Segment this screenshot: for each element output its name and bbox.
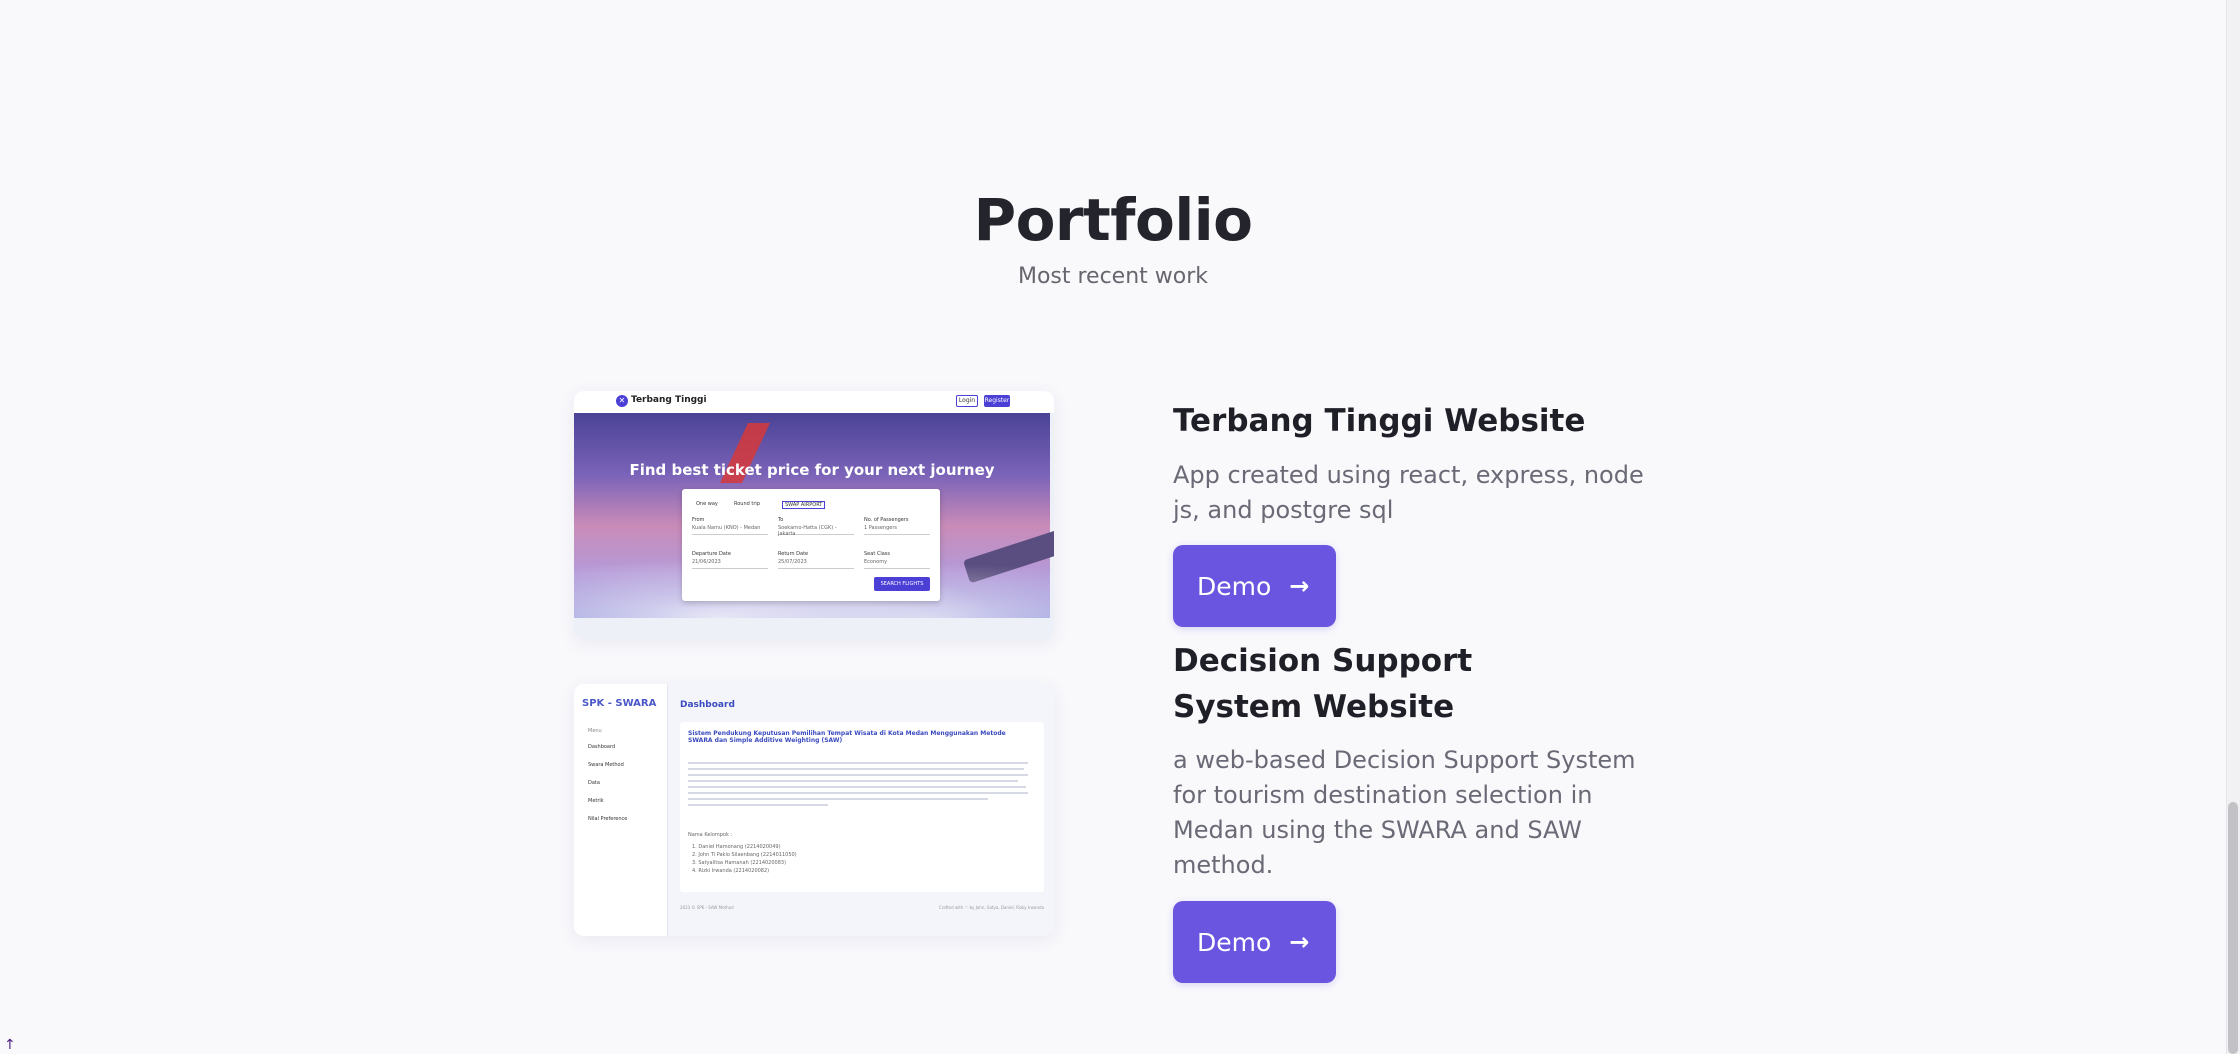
preview-menu-item: Metrik xyxy=(588,798,604,804)
preview-team-member: 3. Satyalitsa Hamanah (2214020083) xyxy=(692,860,787,866)
project-description-dss: a web-based Decision Support System for … xyxy=(1173,746,1636,879)
preview-menu-item: Swara Method xyxy=(588,762,624,768)
project-description-terbang-tinggi: App created using react, express, node j… xyxy=(1173,461,1644,524)
preview-text-line xyxy=(688,768,1024,770)
preview-text-line xyxy=(688,780,1018,782)
project-thumbnail-terbang-tinggi: ✕ Terbang Tinggi Login Register Find bes… xyxy=(574,391,1054,639)
scrollbar[interactable] xyxy=(2226,0,2240,1054)
preview-heading: Find best ticket price for your next jou… xyxy=(629,461,995,479)
preview-hero: Find best ticket price for your next jou… xyxy=(574,413,1054,618)
preview-text-line xyxy=(688,762,1028,764)
preview-team-member: 1. Daniel Hamonang (2214020049) xyxy=(692,844,781,850)
demo-button-dss[interactable]: Demo → xyxy=(1173,901,1336,983)
preview-menu-item: Nilai Preference xyxy=(588,816,628,822)
preview-logo-icon: ✕ xyxy=(616,395,628,407)
preview-text-line xyxy=(688,798,988,800)
preview-register-button: Register xyxy=(984,395,1010,407)
demo-button-terbang-tinggi[interactable]: Demo → xyxy=(1173,545,1336,627)
preview-class-label: Seat Class xyxy=(864,551,891,557)
preview-sidebar: SPK - SWARA Menu Dashboard Swara Method … xyxy=(574,684,668,936)
preview-team-label: Nama Kelompok : xyxy=(688,832,733,838)
project-title-terbang-tinggi: Terbang Tinggi Website xyxy=(1173,403,1586,439)
preview-ret-field: 25/07/2023 xyxy=(778,559,854,569)
preview-search-form: One way Round trip SWAP AIRPORT From Kua… xyxy=(682,489,940,601)
preview-bottom-strip xyxy=(574,618,1054,639)
preview-team-member: 2. John Ti Pakio Silaenbang (2214011050) xyxy=(692,852,797,858)
section-subtitle: Most recent work xyxy=(1017,264,1209,289)
preview-swap-airport: SWAP AIRPORT xyxy=(782,501,826,509)
arrow-right-icon: → xyxy=(1289,928,1310,956)
preview-dep-label: Departure Date xyxy=(692,551,731,557)
preview-card-title: Sistem Pendukung Keputusan Pemilihan Tem… xyxy=(688,730,1006,744)
preview-round-trip: Round trip xyxy=(734,501,760,507)
preview-text-line xyxy=(688,804,828,806)
preview-team-member: 4. Rizki Irwanda (2214020082) xyxy=(692,868,770,874)
preview-logo-text: Terbang Tinggi xyxy=(631,395,707,405)
demo-button-label: Demo xyxy=(1197,571,1272,601)
preview-menu-title: Menu xyxy=(588,728,602,734)
arrow-right-icon: → xyxy=(1289,572,1310,600)
preview-pax-label: No. of Passengers xyxy=(864,517,909,523)
preview-login-button: Login xyxy=(956,395,978,407)
preview-from-label: From xyxy=(692,517,705,523)
preview-text-line xyxy=(688,774,1028,776)
preview-class-field: Economy xyxy=(864,559,930,569)
preview-content-card: Sistem Pendukung Keputusan Pemilihan Tem… xyxy=(680,722,1044,892)
preview-from-field: Kuala Namu (KNO) - Medan xyxy=(692,525,768,535)
preview-to-label: To xyxy=(778,517,784,523)
project-title-dss: Decision Support System Website xyxy=(1173,643,1473,725)
project-thumbnail-dss: SPK - SWARA Menu Dashboard Swara Method … xyxy=(574,684,1054,936)
preview-text-line xyxy=(688,786,1026,788)
demo-button-label: Demo xyxy=(1197,927,1272,957)
preview-menu-item: Data xyxy=(588,780,600,786)
preview-one-way: One way xyxy=(696,501,718,507)
scrollbar-thumb[interactable] xyxy=(2228,802,2238,1054)
preview-text-line xyxy=(688,792,1028,794)
section-title: Portfolio xyxy=(973,186,1253,254)
preview-dep-field: 21/06/2023 xyxy=(692,559,768,569)
scroll-up-icon[interactable]: ↑ xyxy=(4,1038,16,1052)
preview-footer-right: Crafted with ♡ by John, Satya, Daniel, R… xyxy=(938,905,1044,910)
preview-search-button: SEARCH FLIGHTS xyxy=(874,577,930,591)
preview-navbar: ✕ Terbang Tinggi Login Register xyxy=(574,391,1054,413)
preview-ret-label: Return Date xyxy=(778,551,809,557)
preview-to-field: Soekarno-Hatta (CGK) - Jakarta xyxy=(778,525,854,537)
preview-menu-item: Dashboard xyxy=(588,744,616,750)
preview-brand: SPK - SWARA xyxy=(582,698,657,709)
preview-page-title: Dashboard xyxy=(680,700,735,710)
preview-pax-field: 1 Passengers xyxy=(864,525,930,535)
preview-footer-left: 2023 © SPK - SAW Method xyxy=(680,905,734,910)
